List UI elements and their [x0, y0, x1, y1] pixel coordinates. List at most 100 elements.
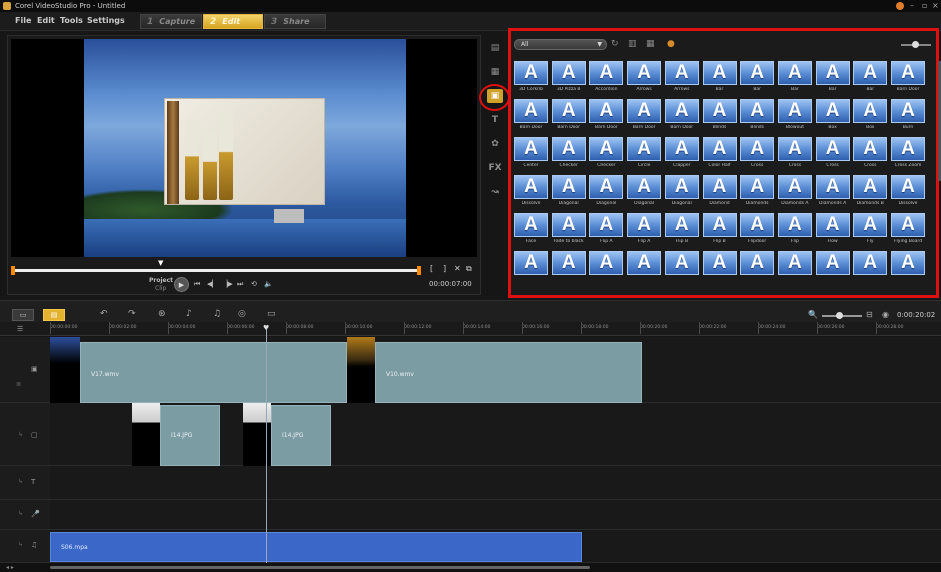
- volume-icon[interactable]: 🔈: [264, 280, 273, 288]
- scrubber-head-icon[interactable]: ▼: [158, 259, 163, 267]
- title-icon[interactable]: T: [487, 113, 503, 127]
- transition-tile[interactable]: A Bar: [777, 61, 812, 97]
- mark-out-button[interactable]: ]: [443, 264, 446, 273]
- transition-tile[interactable]: A Blinds: [740, 99, 775, 135]
- close-button[interactable]: ×: [932, 1, 939, 10]
- menu-edit[interactable]: Edit: [37, 16, 55, 25]
- apply-random-icon[interactable]: ▥: [628, 39, 637, 49]
- apply-current-icon[interactable]: ▦: [646, 39, 655, 49]
- repeat-icon[interactable]: ⟲: [251, 280, 257, 288]
- next-frame-icon[interactable]: ▕▶: [222, 280, 233, 288]
- end-icon[interactable]: ⏭: [237, 280, 243, 289]
- transition-tile[interactable]: A: [589, 251, 624, 287]
- title-track-icon[interactable]: T: [31, 478, 35, 486]
- timeline-ruler[interactable]: ☰ 00:00:00:00 00:00:02:00 00:00:04:00 00:00…: [0, 322, 941, 336]
- transition-tile[interactable]: A Barn Door: [627, 99, 662, 135]
- get-more-icon[interactable]: ●: [667, 39, 675, 49]
- transition-tile[interactable]: A Bar: [702, 61, 737, 97]
- transition-tile[interactable]: A Dissolve: [891, 175, 925, 211]
- transition-tile[interactable]: A Fly: [853, 213, 888, 249]
- track-visibility-icon[interactable]: ↳: [18, 478, 23, 485]
- transition-tile[interactable]: A Burn: [891, 99, 925, 135]
- play-button[interactable]: ▶: [174, 277, 189, 292]
- transition-tile[interactable]: A Arrows: [664, 61, 699, 97]
- transition-tile[interactable]: A Bar: [815, 61, 850, 97]
- transition-tile[interactable]: A Blinds: [702, 99, 737, 135]
- trim-end-handle[interactable]: [417, 266, 421, 275]
- help-orb-icon[interactable]: [896, 2, 904, 10]
- transition-tile[interactable]: A Cross: [815, 137, 850, 173]
- mark-in-button[interactable]: [: [430, 264, 433, 273]
- preview-viewport[interactable]: [11, 39, 477, 257]
- transition-tile[interactable]: A Diagonal: [664, 175, 699, 211]
- timecode-display[interactable]: 00:00:07:00: [429, 280, 472, 288]
- cut-icon[interactable]: ✕: [454, 264, 461, 273]
- transition-tile[interactable]: A Diagonal: [627, 175, 662, 211]
- transition-tile[interactable]: A Diamond: [702, 175, 737, 211]
- graphic-icon[interactable]: ✿: [487, 137, 503, 151]
- transition-tile[interactable]: A Barn Door: [551, 99, 586, 135]
- audio-mixer-icon[interactable]: ♪: [186, 309, 192, 319]
- transition-tile[interactable]: A: [702, 251, 737, 287]
- maximize-button[interactable]: ▫: [922, 1, 927, 10]
- transition-tile[interactable]: A Flying Board: [891, 213, 925, 249]
- transition-tile[interactable]: A 3D Pizza B: [551, 61, 586, 97]
- transition-tile[interactable]: A Cross: [740, 137, 775, 173]
- scroll-arrows-icon[interactable]: ◂ ▸: [6, 564, 14, 571]
- transition-tile[interactable]: A Flip B: [664, 213, 699, 249]
- playhead-marker-icon[interactable]: ♥: [263, 324, 269, 332]
- transition-tile[interactable]: A Flip A: [589, 213, 624, 249]
- undo-icon[interactable]: ↶: [100, 309, 108, 319]
- step-edit-tab[interactable]: 2 Edit: [203, 14, 263, 29]
- video-clip[interactable]: V17.wmv: [80, 342, 347, 403]
- track-manager-icon[interactable]: ☰: [17, 325, 23, 333]
- category-dropdown[interactable]: All ▼: [514, 39, 607, 50]
- transition-tile[interactable]: A Box: [853, 99, 888, 135]
- minimize-button[interactable]: –: [910, 1, 914, 10]
- transition-tile[interactable]: A Fade to black: [551, 213, 586, 249]
- track-visibility-icon[interactable]: ↳: [18, 541, 23, 548]
- transition-tile[interactable]: A: [815, 251, 850, 287]
- transition-tile[interactable]: A Diamonds A: [777, 175, 812, 211]
- transition-tile[interactable]: A Diagonal: [551, 175, 586, 211]
- media-icon[interactable]: ▤: [487, 41, 503, 55]
- video-clip[interactable]: V10.wmv: [375, 342, 642, 403]
- trim-start-handle[interactable]: [11, 266, 15, 275]
- transition-tile[interactable]: A Barn Door: [664, 99, 699, 135]
- overlay-image[interactable]: [164, 98, 325, 205]
- transition-tile[interactable]: A: [853, 251, 888, 287]
- music-track-icon[interactable]: ♫: [31, 541, 37, 549]
- transition-tile[interactable]: A Circle: [627, 137, 662, 173]
- redo-icon[interactable]: ↷: [128, 309, 136, 319]
- transition-tile[interactable]: A Blowout: [777, 99, 812, 135]
- transition-tile[interactable]: A: [551, 251, 586, 287]
- voice-track-icon[interactable]: 🎤: [31, 510, 40, 518]
- favorite-icon[interactable]: ↻: [611, 39, 619, 49]
- transition-tile[interactable]: A Face: [514, 213, 548, 249]
- auto-music-icon[interactable]: ♫: [213, 309, 221, 319]
- transition-tile[interactable]: A Center: [514, 137, 548, 173]
- track-visibility-icon[interactable]: ↳: [18, 510, 23, 517]
- transition-tile[interactable]: A Color Half: [702, 137, 737, 173]
- menu-tools[interactable]: Tools: [60, 16, 83, 25]
- track-visibility-icon[interactable]: ↳: [18, 431, 23, 438]
- instant-project-icon[interactable]: ▦: [487, 65, 503, 79]
- transition-tile[interactable]: A: [891, 251, 925, 287]
- scrollbar-thumb[interactable]: [50, 566, 590, 569]
- transition-tile[interactable]: A Barn Door: [589, 99, 624, 135]
- overlay-clip[interactable]: I14.JPG: [271, 405, 331, 466]
- step-share-tab[interactable]: 3 Share: [264, 14, 326, 29]
- menu-settings[interactable]: Settings: [87, 16, 125, 25]
- ripple-icon[interactable]: ≣: [16, 381, 21, 388]
- overlay-track-icon[interactable]: ▢: [31, 431, 38, 439]
- transition-tile[interactable]: A Flip B: [702, 213, 737, 249]
- audio-clip[interactable]: S06.mpa: [50, 532, 582, 562]
- music-lane[interactable]: S06.mpa: [50, 530, 941, 563]
- overlay-lane[interactable]: I14.JPG I14.JPG: [50, 403, 941, 466]
- storyboard-view-button[interactable]: ▭: [12, 309, 34, 321]
- transition-tile[interactable]: A Diamonds A: [815, 175, 850, 211]
- subtitle-icon[interactable]: ▭: [267, 309, 276, 319]
- transition-tile[interactable]: A Cross Zoom: [891, 137, 925, 173]
- transition-tile[interactable]: A Cross: [777, 137, 812, 173]
- scrubber-track[interactable]: [11, 269, 421, 272]
